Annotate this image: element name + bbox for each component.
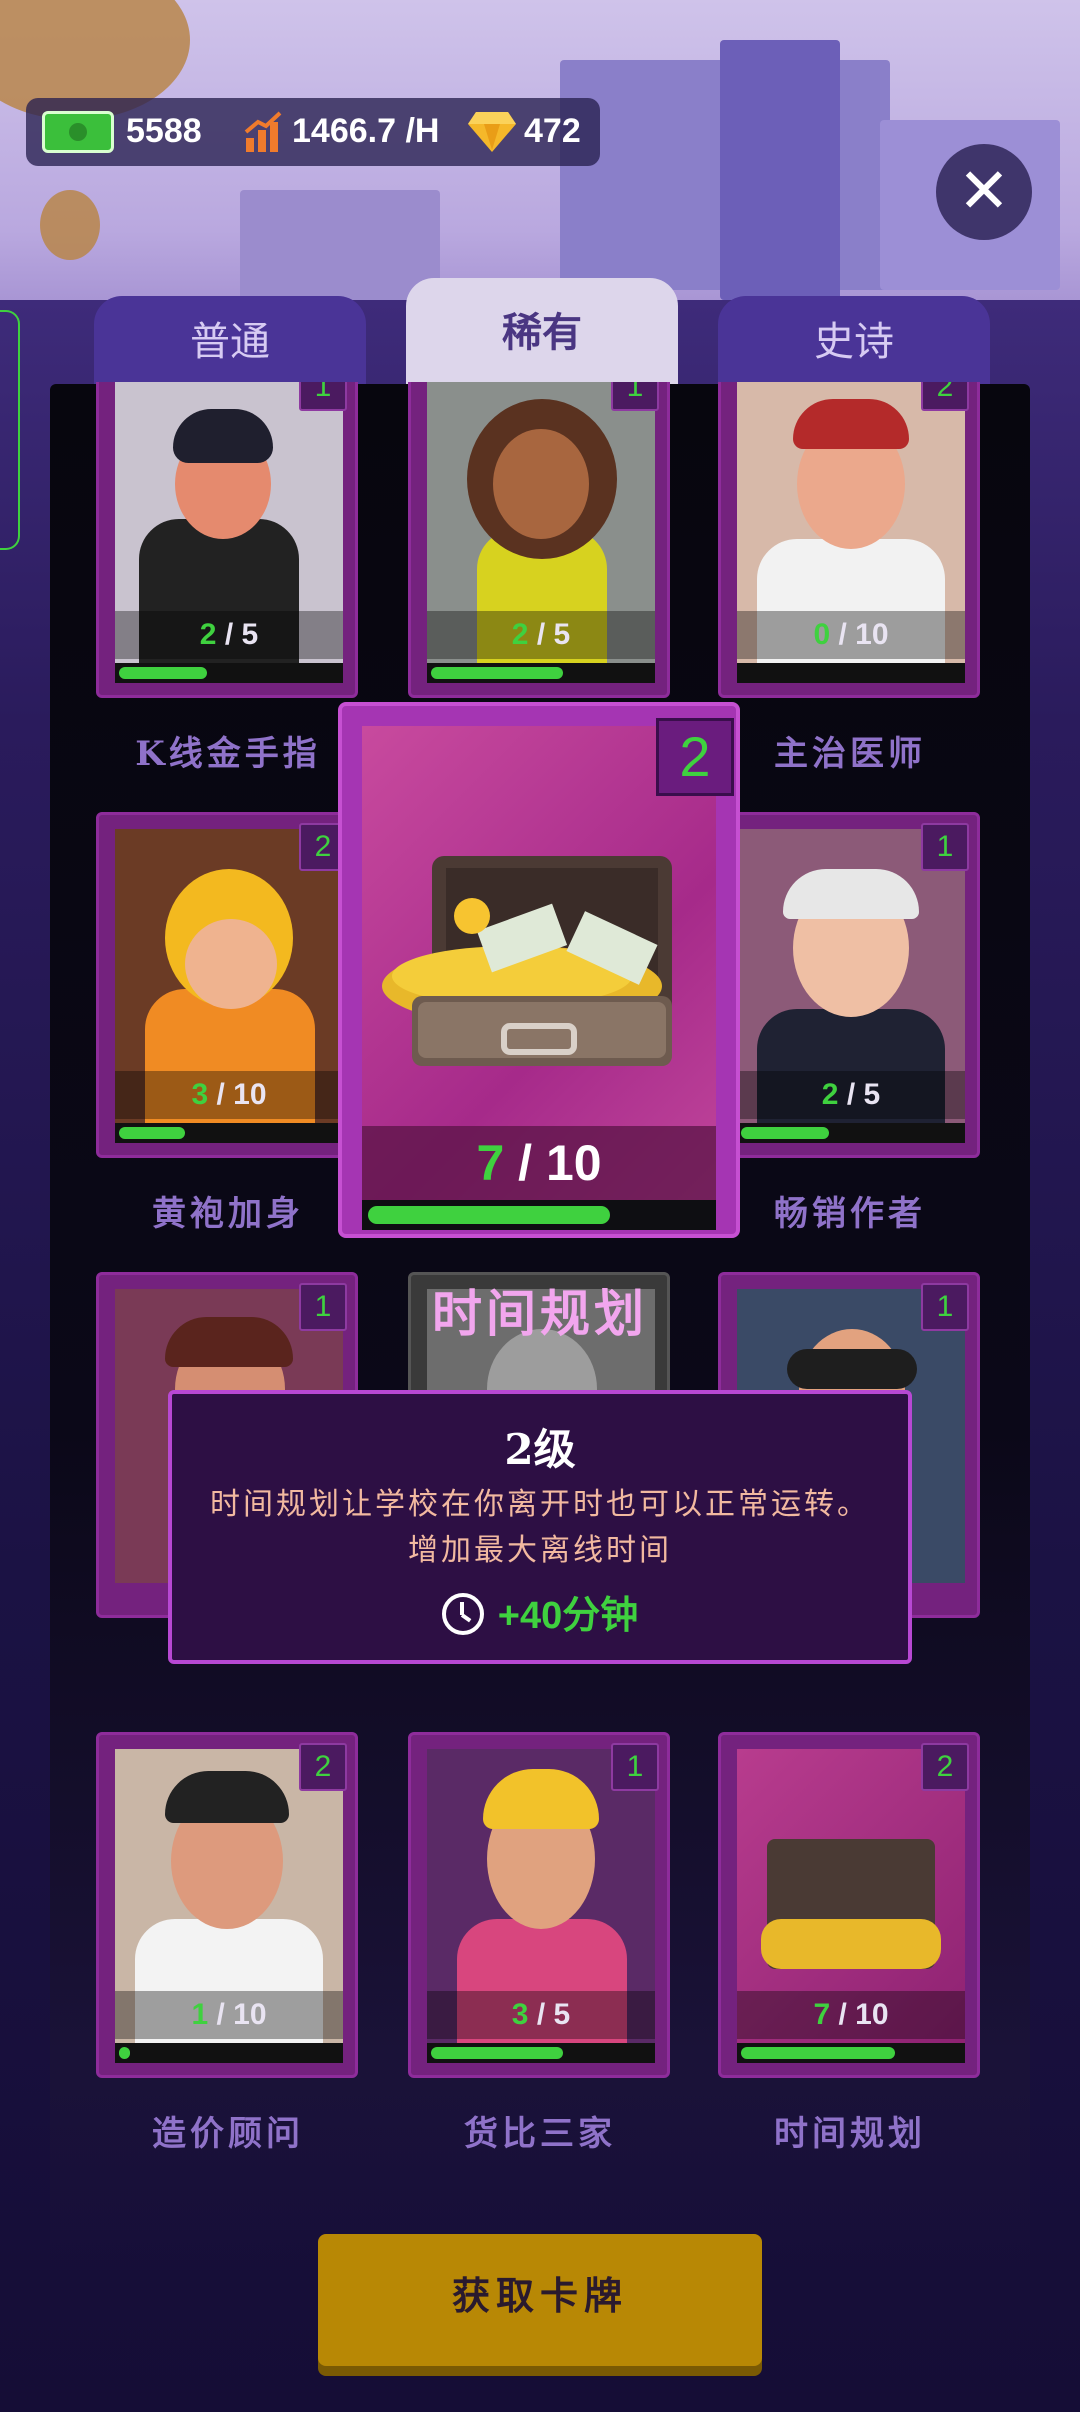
tab-epic[interactable]: 史诗 [718,296,990,388]
tooltip-level: 2级 [504,1425,576,1474]
card-doctor[interactable]: 2 0 / 10 [718,382,980,698]
card-progress-bar [737,2043,965,2063]
card-level-badge: 1 [921,823,969,871]
card-count: 2 / 5 [115,611,343,659]
card-progress-bar [115,2043,343,2063]
card-count: 7 / 10 [737,1991,965,2039]
card-shopper[interactable]: 1 3 / 5 [408,1732,670,2078]
resource-bar: 5588 1466.7 /H 472 [26,98,600,166]
card-name: 货比三家 [464,2114,616,2154]
card-progress-bar [427,663,655,683]
card-count: 3 / 5 [427,1991,655,2039]
card-cost-consultant[interactable]: 2 1 / 10 [96,1732,358,2078]
side-drawer-handle[interactable] [0,310,20,550]
card-k-line[interactable]: 1 2 / 5 [96,382,358,698]
featured-progress-bar [362,1200,716,1230]
featured-count: 7 / 10 [362,1126,716,1200]
card-courier[interactable]: 2 3 / 10 [96,812,358,1158]
featured-title: 时间规划 [432,1284,648,1343]
featured-level-badge: 2 [656,718,734,796]
card-level-badge: 1 [299,1283,347,1331]
featured-card[interactable]: 2 7 / 10 [338,702,740,1238]
close-icon: ✕ [958,157,1010,226]
card-author[interactable]: 1 2 / 5 [718,812,980,1158]
card-singer[interactable]: 1 2 / 5 [408,382,670,698]
income-chart-icon [244,111,282,152]
close-button[interactable]: ✕ [936,144,1032,240]
card-count: 1 / 10 [115,1991,343,2039]
tab-rare[interactable]: 稀有 [406,278,678,388]
cash-amount: 5588 [126,112,202,150]
tooltip-description: 时间规划让学校在你离开时也可以正常运转。 增加最大离线时间 [210,1487,870,1568]
card-count: 2 / 5 [427,611,655,659]
card-count: 2 / 5 [737,1071,965,1119]
card-count: 3 / 10 [115,1071,343,1119]
income-rate: 1466.7 /H [292,112,440,150]
tooltip-bonus: +40分钟 [172,1584,908,1639]
gem-icon [468,112,516,152]
card-name: 时间规划 [774,2114,926,2154]
card-count: 0 / 10 [737,611,965,659]
card-progress-bar [427,2043,655,2063]
tab-common[interactable]: 普通 [94,296,366,388]
card-level-badge: 1 [611,1743,659,1791]
card-progress-bar [115,1123,343,1143]
card-progress-bar [737,663,965,683]
card-progress-bar [737,1123,965,1143]
clock-icon [441,1592,484,1635]
card-name: 畅销作者 [774,1194,926,1234]
card-level-badge: 1 [921,1283,969,1331]
card-name: K线金手指 [135,734,321,774]
card-info-tooltip: 2级 时间规划让学校在你离开时也可以正常运转。 增加最大离线时间 +40分钟 [168,1390,912,1664]
card-level-badge: 2 [299,1743,347,1791]
card-name: 主治医师 [774,734,926,774]
gem-amount: 472 [524,112,581,150]
get-cards-button[interactable]: 获取卡牌 [318,2234,762,2366]
card-time-planning[interactable]: 2 7 / 10 [718,1732,980,2078]
card-progress-bar [115,663,343,683]
card-name: 黄袍加身 [152,1194,304,1234]
cash-icon [42,111,114,153]
card-name: 造价顾问 [152,2114,304,2154]
card-level-badge: 2 [921,1743,969,1791]
